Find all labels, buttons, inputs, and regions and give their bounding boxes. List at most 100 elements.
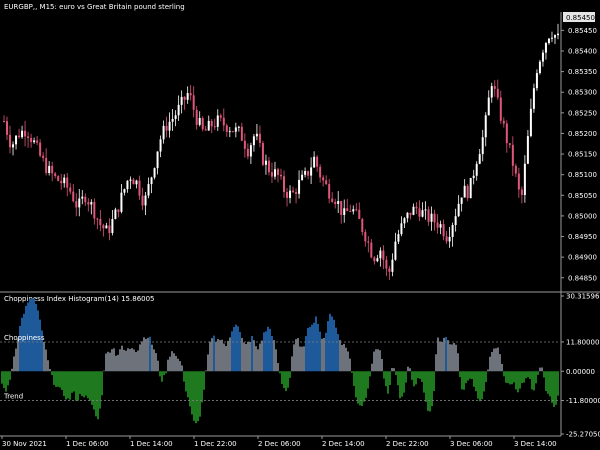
histogram-bar bbox=[551, 371, 553, 403]
candle-body bbox=[153, 168, 156, 178]
histogram-bar bbox=[407, 366, 409, 372]
histogram-bar bbox=[331, 316, 333, 372]
candle-body bbox=[397, 234, 400, 242]
candle-body bbox=[255, 133, 258, 137]
histogram-bar bbox=[489, 356, 491, 372]
candle-body bbox=[126, 180, 129, 190]
candle-body bbox=[96, 218, 99, 220]
histogram-bar bbox=[343, 343, 345, 372]
histogram-bar bbox=[169, 356, 171, 372]
histogram-bar bbox=[539, 367, 541, 372]
histogram-bar bbox=[531, 371, 533, 390]
histogram-bar bbox=[17, 338, 19, 372]
candle-body bbox=[258, 133, 261, 144]
histogram-bar bbox=[281, 371, 283, 385]
histogram-bar bbox=[199, 371, 201, 417]
histogram-bar bbox=[485, 371, 487, 383]
histogram-bar bbox=[389, 371, 391, 386]
histogram-bar bbox=[11, 368, 13, 372]
histogram-bar bbox=[153, 349, 155, 372]
candle-body bbox=[454, 216, 457, 226]
histogram-bar bbox=[297, 338, 299, 372]
candle-body bbox=[331, 198, 334, 202]
candle-body bbox=[373, 257, 376, 262]
histogram-bar bbox=[265, 331, 267, 372]
histogram-bar bbox=[125, 350, 127, 372]
histogram-bar bbox=[311, 324, 313, 372]
candle-body bbox=[328, 184, 331, 199]
histogram-bar bbox=[221, 339, 223, 372]
histogram-bars bbox=[1, 298, 559, 424]
histogram-bar bbox=[487, 369, 489, 372]
candle-body bbox=[460, 197, 463, 204]
indicator-tick-label: -25.27050 bbox=[566, 431, 600, 439]
candle-body bbox=[319, 166, 322, 178]
candle-body bbox=[276, 169, 279, 175]
candle-body bbox=[21, 130, 24, 138]
candle-body bbox=[39, 142, 42, 156]
candle-body bbox=[207, 120, 210, 131]
histogram-bar bbox=[235, 324, 237, 372]
histogram-bar bbox=[277, 363, 279, 372]
histogram-bar bbox=[113, 348, 115, 372]
candle-body bbox=[307, 171, 310, 176]
candle-body bbox=[472, 175, 475, 179]
histogram-bar bbox=[109, 352, 111, 372]
histogram-bar bbox=[495, 348, 497, 372]
candle-body bbox=[63, 177, 66, 184]
histogram-bar bbox=[455, 344, 457, 372]
candle-body bbox=[394, 241, 397, 260]
candle-body bbox=[523, 163, 526, 196]
candle-body bbox=[180, 96, 183, 105]
histogram-bar bbox=[339, 340, 341, 372]
histogram-bar bbox=[189, 371, 191, 407]
candle-body bbox=[135, 180, 138, 185]
histogram-bar bbox=[69, 371, 71, 400]
histogram-bar bbox=[397, 371, 399, 386]
histogram-bar bbox=[99, 371, 101, 409]
candle-body bbox=[102, 225, 105, 229]
histogram-bar bbox=[95, 371, 97, 417]
candle-body bbox=[370, 242, 373, 258]
histogram-bar bbox=[1, 371, 3, 384]
candle-body bbox=[304, 171, 307, 175]
candle-body bbox=[418, 208, 421, 217]
histogram-bar bbox=[53, 371, 55, 385]
histogram-bar bbox=[519, 371, 521, 389]
histogram-bar bbox=[351, 371, 353, 373]
candle-body bbox=[379, 250, 382, 259]
indicator-pane[interactable]: Choppiness Index Histogram(14) 15.86005 … bbox=[0, 293, 600, 439]
histogram-bar bbox=[155, 353, 157, 372]
histogram-bar bbox=[247, 341, 249, 372]
price-pane[interactable]: EURGBP,, M15: euro vs Great Britain poun… bbox=[3, 3, 597, 282]
candle-body bbox=[51, 165, 54, 174]
histogram-bar bbox=[301, 346, 303, 372]
candle-body bbox=[502, 120, 505, 124]
price-tick-label: 0.84950 bbox=[568, 233, 597, 241]
candle-body bbox=[219, 115, 222, 118]
histogram-bar bbox=[333, 319, 335, 372]
candle-body bbox=[382, 250, 385, 260]
histogram-bar bbox=[165, 371, 167, 374]
candle-body bbox=[213, 126, 216, 128]
histogram-bar bbox=[451, 344, 453, 372]
histogram-bar bbox=[249, 342, 251, 372]
histogram-bar bbox=[375, 349, 377, 372]
price-tick-label: 0.85300 bbox=[568, 89, 597, 97]
histogram-bar bbox=[139, 344, 141, 372]
histogram-bar bbox=[209, 341, 211, 372]
candle-body bbox=[289, 190, 292, 198]
candle-body bbox=[141, 195, 144, 206]
histogram-bar bbox=[81, 371, 83, 397]
histogram-bar bbox=[85, 371, 87, 396]
histogram-bar bbox=[259, 343, 261, 372]
histogram-bar bbox=[467, 371, 469, 381]
histogram-bar bbox=[381, 358, 383, 372]
candle-body bbox=[36, 140, 39, 143]
histogram-bar bbox=[421, 371, 423, 382]
histogram-bar bbox=[349, 358, 351, 372]
histogram-bar bbox=[337, 334, 339, 372]
candle-body bbox=[216, 115, 219, 127]
trading-chart[interactable]: EURGBP,, M15: euro vs Great Britain poun… bbox=[0, 0, 600, 450]
histogram-bar bbox=[377, 349, 379, 372]
